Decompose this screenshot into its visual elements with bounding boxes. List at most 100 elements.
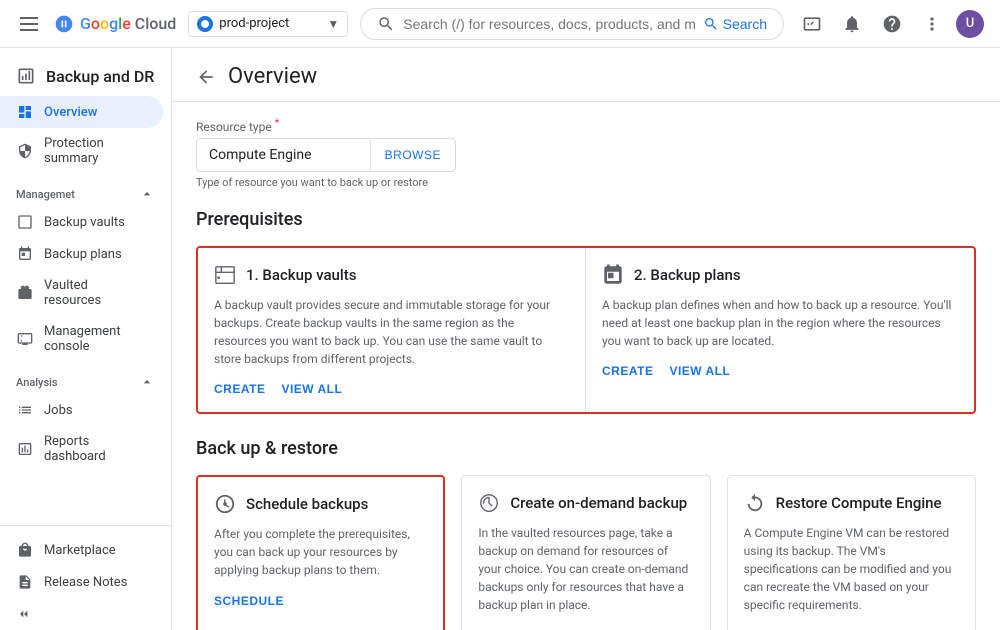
- analysis-collapse-icon[interactable]: [139, 374, 155, 390]
- schedule-backups-desc: After you complete the prerequisites, yo…: [214, 525, 427, 579]
- backup-vaults-card-header: 1. Backup vaults: [214, 264, 569, 286]
- resource-type-hint: Type of resource you want to back up or …: [196, 176, 976, 189]
- backup-plans-card-title: 2. Backup plans: [634, 266, 741, 284]
- schedule-backups-card: Schedule backups After you complete the …: [196, 475, 445, 630]
- sidebar-item-protection-label: Protection summary: [44, 136, 147, 166]
- content-area: Resource type * Compute Engine BROWSE Ty…: [172, 102, 1000, 630]
- sidebar-item-jobs[interactable]: Jobs: [0, 394, 163, 426]
- page-header: Overview: [172, 48, 1000, 102]
- terminal-icon-btn[interactable]: [796, 8, 828, 40]
- backup-vaults-viewall-btn[interactable]: VIEW ALL: [281, 382, 342, 396]
- schedule-btn[interactable]: SCHEDULE: [214, 594, 284, 608]
- prerequisites-title: Prerequisites: [196, 209, 976, 230]
- backup-vaults-card-desc: A backup vault provides secure and immut…: [214, 296, 569, 368]
- search-label: Search: [723, 16, 767, 32]
- sidebar-analysis-section: Analysis: [0, 362, 171, 394]
- hamburger-menu[interactable]: [16, 13, 42, 35]
- project-name: prod-project: [219, 16, 321, 31]
- sidebar-item-overview[interactable]: Overview: [0, 96, 163, 128]
- backup-restore-section: Back up & restore Schedule backups After…: [196, 438, 976, 630]
- logo-text: Google Cloud: [80, 14, 176, 33]
- collapse-sidebar-btn[interactable]: [0, 598, 171, 630]
- sidebar-item-protection-summary[interactable]: Protection summary: [0, 128, 163, 174]
- cloud-logo-icon: [54, 14, 74, 34]
- prerequisites-section: Prerequisites 1. Backup vaults A bac: [196, 209, 976, 414]
- search-button[interactable]: Search: [703, 16, 767, 32]
- sidebar-item-marketplace-label: Marketplace: [44, 543, 116, 558]
- sidebar-item-management-console-label: Management console: [44, 324, 147, 354]
- analysis-label: Analysis: [16, 376, 58, 389]
- sidebar-item-reports-label: Reports dashboard: [44, 434, 147, 464]
- sidebar-item-management-console[interactable]: Management console: [0, 316, 163, 362]
- resource-type-value: Compute Engine: [197, 139, 370, 171]
- back-button[interactable]: [196, 67, 216, 87]
- sidebar-item-reports[interactable]: Reports dashboard: [0, 426, 163, 472]
- management-collapse-icon[interactable]: [139, 186, 155, 202]
- notifications-icon-btn[interactable]: [836, 8, 868, 40]
- prerequisites-cards: 1. Backup vaults A backup vault provides…: [196, 246, 976, 414]
- sidebar-title: Backup and DR: [46, 67, 154, 86]
- resource-type-label: Resource type *: [196, 118, 976, 134]
- on-demand-backup-title: Create on-demand backup: [510, 494, 687, 512]
- browse-button[interactable]: BROWSE: [370, 140, 455, 170]
- schedule-backups-card-header: Schedule backups: [214, 493, 427, 515]
- backup-plans-viewall-btn[interactable]: VIEW ALL: [669, 364, 730, 378]
- google-cloud-logo: Google Cloud: [54, 14, 176, 34]
- backup-plans-card-header: 2. Backup plans: [602, 264, 958, 286]
- on-demand-icon: [478, 492, 500, 514]
- backup-vaults-card-icon: [214, 264, 236, 286]
- search-input[interactable]: [403, 16, 694, 32]
- sidebar-item-overview-label: Overview: [44, 105, 97, 120]
- project-icon: [197, 16, 213, 32]
- backup-plans-create-btn[interactable]: CREATE: [602, 364, 653, 378]
- sidebar-management-section: Manageme​t: [0, 174, 171, 206]
- sidebar: Backup and DR Overview Protection summar…: [0, 48, 172, 630]
- backup-restore-title: Back up & restore: [196, 438, 976, 459]
- on-demand-backup-card: Create on-demand backup In the vaulted r…: [461, 475, 710, 630]
- backup-vaults-create-btn[interactable]: CREATE: [214, 382, 265, 396]
- on-demand-backup-card-header: Create on-demand backup: [478, 492, 693, 514]
- help-icon-btn[interactable]: [876, 8, 908, 40]
- sidebar-item-marketplace[interactable]: Marketplace: [0, 534, 163, 566]
- vaulted-resources-icon: [16, 285, 34, 301]
- sidebar-item-release-notes[interactable]: Release Notes: [0, 566, 163, 598]
- sidebar-item-jobs-label: Jobs: [44, 403, 73, 418]
- more-options-icon-btn[interactable]: [916, 8, 948, 40]
- search-bar: Search: [360, 8, 784, 40]
- collapse-icon: [16, 606, 32, 622]
- sidebar-item-backup-vaults[interactable]: Backup vaults: [0, 206, 163, 238]
- sidebar-item-backup-plans-label: Backup plans: [44, 247, 122, 262]
- jobs-icon: [16, 402, 34, 418]
- schedule-icon: [214, 493, 236, 515]
- on-demand-backup-desc: In the vaulted resources page, take a ba…: [478, 524, 693, 614]
- sidebar-item-backup-plans[interactable]: Backup plans: [0, 238, 163, 270]
- resource-type-field: Compute Engine BROWSE: [196, 138, 456, 172]
- restore-compute-desc: A Compute Engine VM can be restored usin…: [744, 524, 959, 614]
- backup-vaults-card: 1. Backup vaults A backup vault provides…: [198, 248, 586, 412]
- schedule-backups-title: Schedule backups: [246, 495, 368, 513]
- user-avatar[interactable]: U: [956, 10, 984, 38]
- resource-type-section: Resource type * Compute Engine BROWSE Ty…: [196, 118, 976, 189]
- sidebar-bottom: Marketplace Release Notes: [0, 525, 171, 630]
- backup-plans-icon: [16, 246, 34, 262]
- restore-compute-card: Restore Compute Engine A Compute Engine …: [727, 475, 976, 630]
- backup-plans-card-actions: CREATE VIEW ALL: [602, 364, 958, 378]
- restore-icon: [744, 492, 766, 514]
- backup-vaults-icon: [16, 214, 34, 230]
- restore-compute-card-header: Restore Compute Engine: [744, 492, 959, 514]
- management-label: Manageme​t: [16, 188, 75, 201]
- main-content: Overview Resource type * Compute Engine …: [172, 48, 1000, 630]
- backup-vaults-card-title: 1. Backup vaults: [246, 266, 356, 284]
- backup-plans-card: 2. Backup plans A backup plan defines wh…: [586, 248, 974, 412]
- sidebar-header: Backup and DR: [0, 56, 171, 96]
- page-title: Overview: [228, 64, 317, 89]
- search-bar-icon: [377, 15, 395, 33]
- backup-plans-card-icon: [602, 264, 624, 286]
- overview-icon: [16, 104, 34, 120]
- sidebar-item-vaulted-resources[interactable]: Vaulted resources: [0, 270, 163, 316]
- sidebar-item-backup-vaults-label: Backup vaults: [44, 215, 125, 230]
- reports-icon: [16, 441, 34, 457]
- restore-compute-title: Restore Compute Engine: [776, 494, 942, 512]
- main-layout: Backup and DR Overview Protection summar…: [0, 48, 1000, 630]
- project-selector[interactable]: prod-project ▼: [188, 11, 348, 37]
